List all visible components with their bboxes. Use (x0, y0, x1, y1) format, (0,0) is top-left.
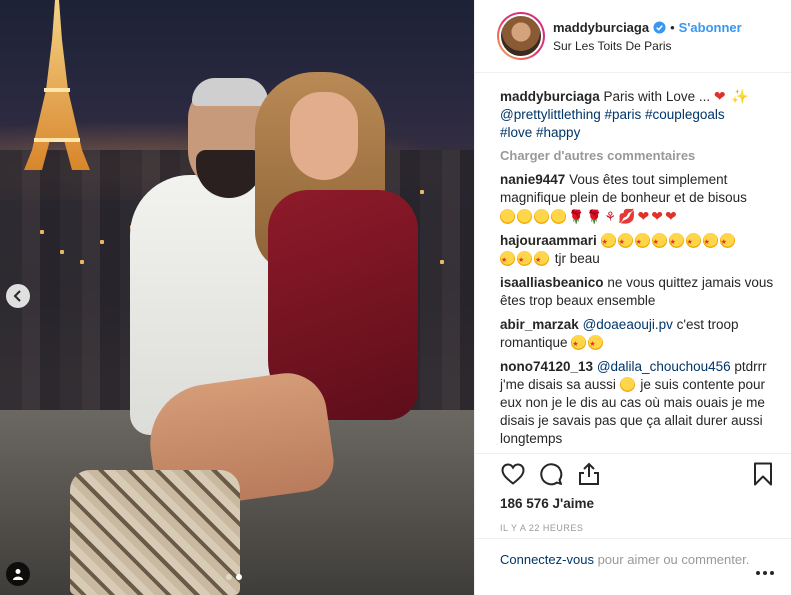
caption-hashtags[interactable]: #love #happy (500, 125, 580, 140)
neutral-face-emoji (500, 209, 515, 224)
star-eyes-emoji (685, 233, 701, 252)
caption-mention[interactable]: @prettylittlething (500, 107, 601, 122)
sparkles-emoji: ✨ (731, 88, 749, 104)
caption-text: Paris with Love ... (603, 89, 711, 104)
comments-section: maddyburciaga Paris with Love ... ❤ ✨ @p… (475, 73, 791, 453)
post-side-panel: maddyburciaga • S'abonner Sur Les Toits … (474, 0, 791, 595)
comment: isaalliasbeanico ne vous quittez jamais … (500, 274, 776, 310)
neutral-face-emoji (517, 209, 532, 224)
like-button[interactable] (500, 461, 526, 487)
comment-username[interactable]: abir_marzak (500, 317, 579, 332)
post-actions: 186 576 J'aime IL Y A 22 HEURES Connecte… (475, 453, 791, 595)
comment-button[interactable] (538, 461, 564, 487)
save-button[interactable] (750, 461, 776, 487)
star-eyes-emoji (617, 233, 633, 252)
star-eyes-emoji (668, 233, 684, 252)
more-dot (770, 571, 774, 575)
caption-username[interactable]: maddyburciaga (500, 89, 600, 104)
carousel-indicator (226, 574, 242, 580)
post-header: maddyburciaga • S'abonner Sur Les Toits … (475, 0, 791, 73)
rose-emoji: 🌹 (568, 209, 585, 224)
star-eyes-emoji (500, 251, 515, 270)
comment: abir_marzak @doaeaouji.pv c'est troop ro… (500, 316, 776, 354)
window-light (100, 240, 104, 244)
star-eyes-emoji (702, 233, 718, 252)
comment-username[interactable]: nono74120_13 (500, 359, 593, 374)
post-photo[interactable] (0, 0, 474, 595)
heart-icon (501, 463, 525, 485)
heart-emoji: ❤ (651, 208, 663, 224)
carousel-prev-button[interactable] (6, 284, 30, 308)
header-text: maddyburciaga • S'abonner Sur Les Toits … (553, 20, 742, 53)
comment: nanie9447 Vous êtes tout simplement magn… (500, 171, 776, 226)
neutral-face-emoji (534, 209, 549, 224)
comment-mention[interactable]: @dalila_chouchou456 (597, 359, 731, 374)
comment-username[interactable]: nanie9447 (500, 172, 565, 187)
login-link[interactable]: Connectez-vous (500, 552, 594, 567)
bookmark-icon (754, 462, 772, 486)
location-link[interactable]: Sur Les Toits De Paris (553, 39, 742, 53)
star-eyes-emoji (634, 233, 650, 252)
snakeskin-boots (70, 470, 240, 595)
verified-badge-icon (653, 20, 666, 34)
share-icon (579, 462, 599, 485)
star-eyes-emoji (517, 251, 532, 270)
heart-emoji: ❤ (637, 208, 650, 224)
action-icons (500, 454, 776, 494)
story-ring[interactable] (497, 12, 545, 60)
star-eyes-emoji (588, 335, 604, 354)
rose-emoji: 🌹 (586, 209, 603, 224)
chevron-left-icon (13, 290, 21, 302)
window-light (440, 260, 444, 264)
window-light (60, 250, 64, 254)
user-tag-icon (13, 569, 23, 580)
comment-mention[interactable]: @doaeaouji.pv (583, 317, 673, 332)
star-eyes-emoji (534, 251, 549, 270)
man-hair (192, 78, 268, 106)
window-light (420, 190, 424, 194)
eiffel-tower (24, 0, 90, 170)
comment: nono74120_13 @dalila_chouchou456 ptdrrr … (500, 358, 776, 448)
star-eyes-emoji (651, 233, 667, 252)
login-prompt: Connectez-vous pour aimer ou commenter. (475, 538, 791, 569)
neutral-face-emoji (551, 209, 566, 224)
window-light (80, 260, 84, 264)
user-tag-button[interactable] (6, 562, 30, 586)
heart-emoji: ❤ (664, 208, 677, 224)
more-dot (756, 571, 760, 575)
comment: hajouraammari tjr beau (500, 232, 776, 270)
more-dot (763, 571, 767, 575)
post-timestamp[interactable]: IL Y A 22 HEURES (500, 523, 776, 533)
star-eyes-emoji (719, 233, 735, 252)
header-username[interactable]: maddyburciaga (553, 20, 649, 35)
more-options-button[interactable] (756, 568, 776, 578)
caption-hashtags[interactable]: #paris #couplegoals (605, 107, 725, 122)
login-prompt-text: pour aimer ou commenter. (597, 552, 750, 567)
comment-text: tjr beau (554, 251, 600, 266)
comment-username[interactable]: hajouraammari (500, 233, 597, 248)
load-more-comments-button[interactable]: Charger d'autres commentaires (500, 148, 776, 163)
separator-dot: • (670, 19, 675, 35)
laughing-emoji (619, 377, 635, 392)
lips-emoji: 💋 (618, 208, 636, 224)
star-eyes-emoji (571, 335, 587, 354)
caption: maddyburciaga Paris with Love ... ❤ ✨ @p… (500, 87, 776, 142)
star-eyes-emoji (600, 233, 616, 252)
carousel-dot-active (236, 574, 242, 580)
carousel-dot (226, 574, 232, 580)
comment-icon (540, 463, 563, 486)
avatar[interactable] (499, 14, 543, 58)
window-light (40, 230, 44, 234)
share-button[interactable] (576, 461, 602, 487)
rose-emoji: ⚘ (604, 209, 617, 224)
follow-button[interactable]: S'abonner (679, 20, 742, 35)
red-heart-emoji: ❤ (713, 88, 726, 104)
likes-count[interactable]: 186 576 J'aime (500, 496, 776, 511)
woman-face (290, 92, 358, 180)
comment-username[interactable]: isaalliasbeanico (500, 275, 604, 290)
